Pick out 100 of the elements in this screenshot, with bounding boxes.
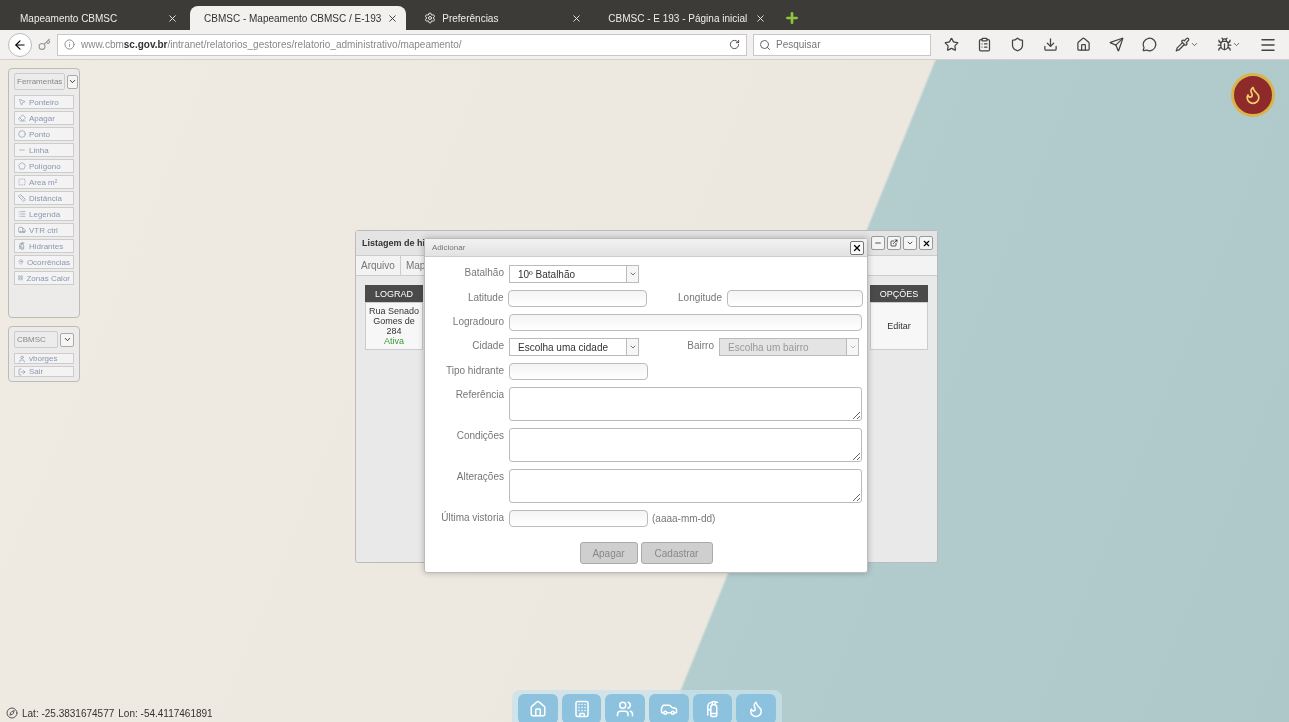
chat-button[interactable] (1142, 37, 1157, 52)
caret-icon (1190, 40, 1199, 49)
input-field[interactable] (508, 290, 648, 307)
address-bar[interactable]: www.cbmsc.gov.br/intranet/relatorios_gestores/relatorio_administrativo/mapeamento/ (57, 33, 747, 56)
download-button[interactable] (1043, 37, 1058, 52)
close-tab-button[interactable] (387, 12, 399, 24)
bug-icon (1217, 37, 1232, 52)
input-field[interactable] (727, 290, 863, 307)
send-button[interactable] (1109, 37, 1124, 52)
tool-button[interactable]: VTR ctrl (14, 223, 74, 237)
key-icon (38, 38, 51, 51)
close-tab-button[interactable] (571, 12, 583, 24)
menu-item[interactable]: Arquivo (356, 255, 401, 276)
minimize-button[interactable] (871, 236, 885, 250)
window-title: Listagem de hi (362, 238, 425, 248)
edit-link[interactable]: Editar (887, 321, 911, 331)
tool-button[interactable]: Ocorrências (14, 255, 74, 269)
address-line: 284 (386, 326, 402, 336)
input-field[interactable] (509, 314, 862, 331)
eyedropper-button[interactable] (1175, 37, 1199, 52)
select-field[interactable]: Escolha uma cidade (509, 338, 639, 356)
close-icon (921, 238, 931, 248)
input-field[interactable] (509, 363, 648, 380)
caret-icon (848, 343, 857, 351)
reload-icon (729, 39, 740, 50)
status-text: Ativa (384, 336, 404, 346)
paper-plane-icon (1109, 37, 1124, 52)
column-header: LOGRAD (365, 285, 423, 302)
shield-button[interactable] (1010, 37, 1025, 52)
input-field[interactable] (509, 510, 648, 527)
tool-button[interactable]: Legenda (14, 207, 74, 221)
star-icon (944, 37, 959, 52)
gear-icon (424, 12, 437, 24)
line-icon (18, 146, 26, 154)
field-label: Logradouro (451, 315, 505, 327)
tool-button[interactable]: Area m² (14, 175, 74, 189)
tool-button[interactable]: vborges (14, 353, 74, 364)
field-label: Referência (454, 388, 505, 400)
bug-button[interactable] (1217, 37, 1241, 52)
close-icon (571, 12, 583, 24)
close-tab-button[interactable] (167, 12, 178, 24)
clipboard-button[interactable] (977, 37, 992, 52)
close-icon (755, 12, 767, 24)
search-field[interactable]: Pesquisar (753, 33, 931, 56)
latitude-text: Lat: -25.3831674577 (22, 707, 115, 719)
plus-icon (784, 10, 801, 26)
tool-button[interactable]: Ponto (14, 127, 74, 141)
tool-button[interactable]: Sair (14, 366, 74, 377)
tool-button[interactable]: Distância (14, 191, 74, 205)
tool-button[interactable]: Ponteiro (14, 95, 74, 109)
back-button[interactable] (8, 32, 32, 57)
form-button[interactable]: Apagar (579, 542, 638, 564)
close-icon (387, 12, 399, 24)
browser-tab[interactable]: Preferências (410, 6, 591, 30)
reload-button[interactable] (729, 39, 740, 50)
ruler-icon (18, 194, 26, 202)
building-icon (572, 700, 591, 718)
column-header: OPÇÕES (870, 285, 928, 302)
popout-button[interactable] (887, 236, 901, 250)
tool-button[interactable]: Apagar (14, 111, 74, 125)
field-label: Tipo hidrante (445, 364, 505, 376)
caret-icon (1232, 40, 1241, 49)
polygon-icon (18, 162, 26, 170)
pin-icon (18, 258, 24, 266)
tool-button[interactable]: Polígono (14, 159, 74, 173)
collapse-button[interactable] (60, 332, 74, 347)
caret-icon (906, 239, 914, 247)
truck-icon (18, 226, 26, 234)
close-tab-button[interactable] (755, 12, 767, 24)
form-button[interactable]: Cadastrar (640, 542, 713, 564)
home-icon (528, 700, 547, 718)
field-label: Alterações (455, 470, 505, 482)
tool-button[interactable]: Linha (14, 143, 74, 157)
close-icon (852, 242, 862, 253)
address-line: Rua Senado (368, 306, 419, 316)
dialog-title: Adicionar (432, 243, 467, 252)
caret-icon (628, 270, 637, 278)
info-icon (64, 39, 75, 50)
url-text: www.cbmsc.gov.br/intranet/relatorios_gestores/relatorio_administrativo/mapeamento/ (81, 39, 463, 50)
close-button[interactable] (850, 240, 864, 255)
browser-tab[interactable]: Mapeamento CBMSC (6, 6, 186, 30)
address-line: Gomes de (373, 316, 415, 326)
close-button[interactable] (919, 236, 933, 250)
tool-button[interactable]: Hidrantes (14, 239, 74, 253)
browser-tab[interactable]: CBMSC - Mapeamento CBMSC / E-193 (190, 6, 407, 30)
home-button[interactable] (1076, 37, 1091, 52)
download-icon (1043, 37, 1058, 52)
select-field[interactable]: 10º Batalhão (509, 265, 639, 283)
caret-icon (68, 77, 78, 86)
collapse-button[interactable] (67, 74, 79, 89)
browser-tab[interactable]: CBMSC - E 193 - Página inicial (594, 6, 775, 30)
field-label: Condições (455, 429, 505, 441)
shield-icon (1010, 37, 1025, 52)
tool-button[interactable]: Zonas Calor (14, 271, 74, 285)
area-icon (18, 178, 26, 186)
bookmark-star-button[interactable] (944, 37, 959, 52)
list-icon (18, 210, 26, 218)
panel-title: CBMSC (14, 331, 58, 348)
home-icon (1076, 37, 1091, 52)
caret-icon (62, 335, 72, 344)
